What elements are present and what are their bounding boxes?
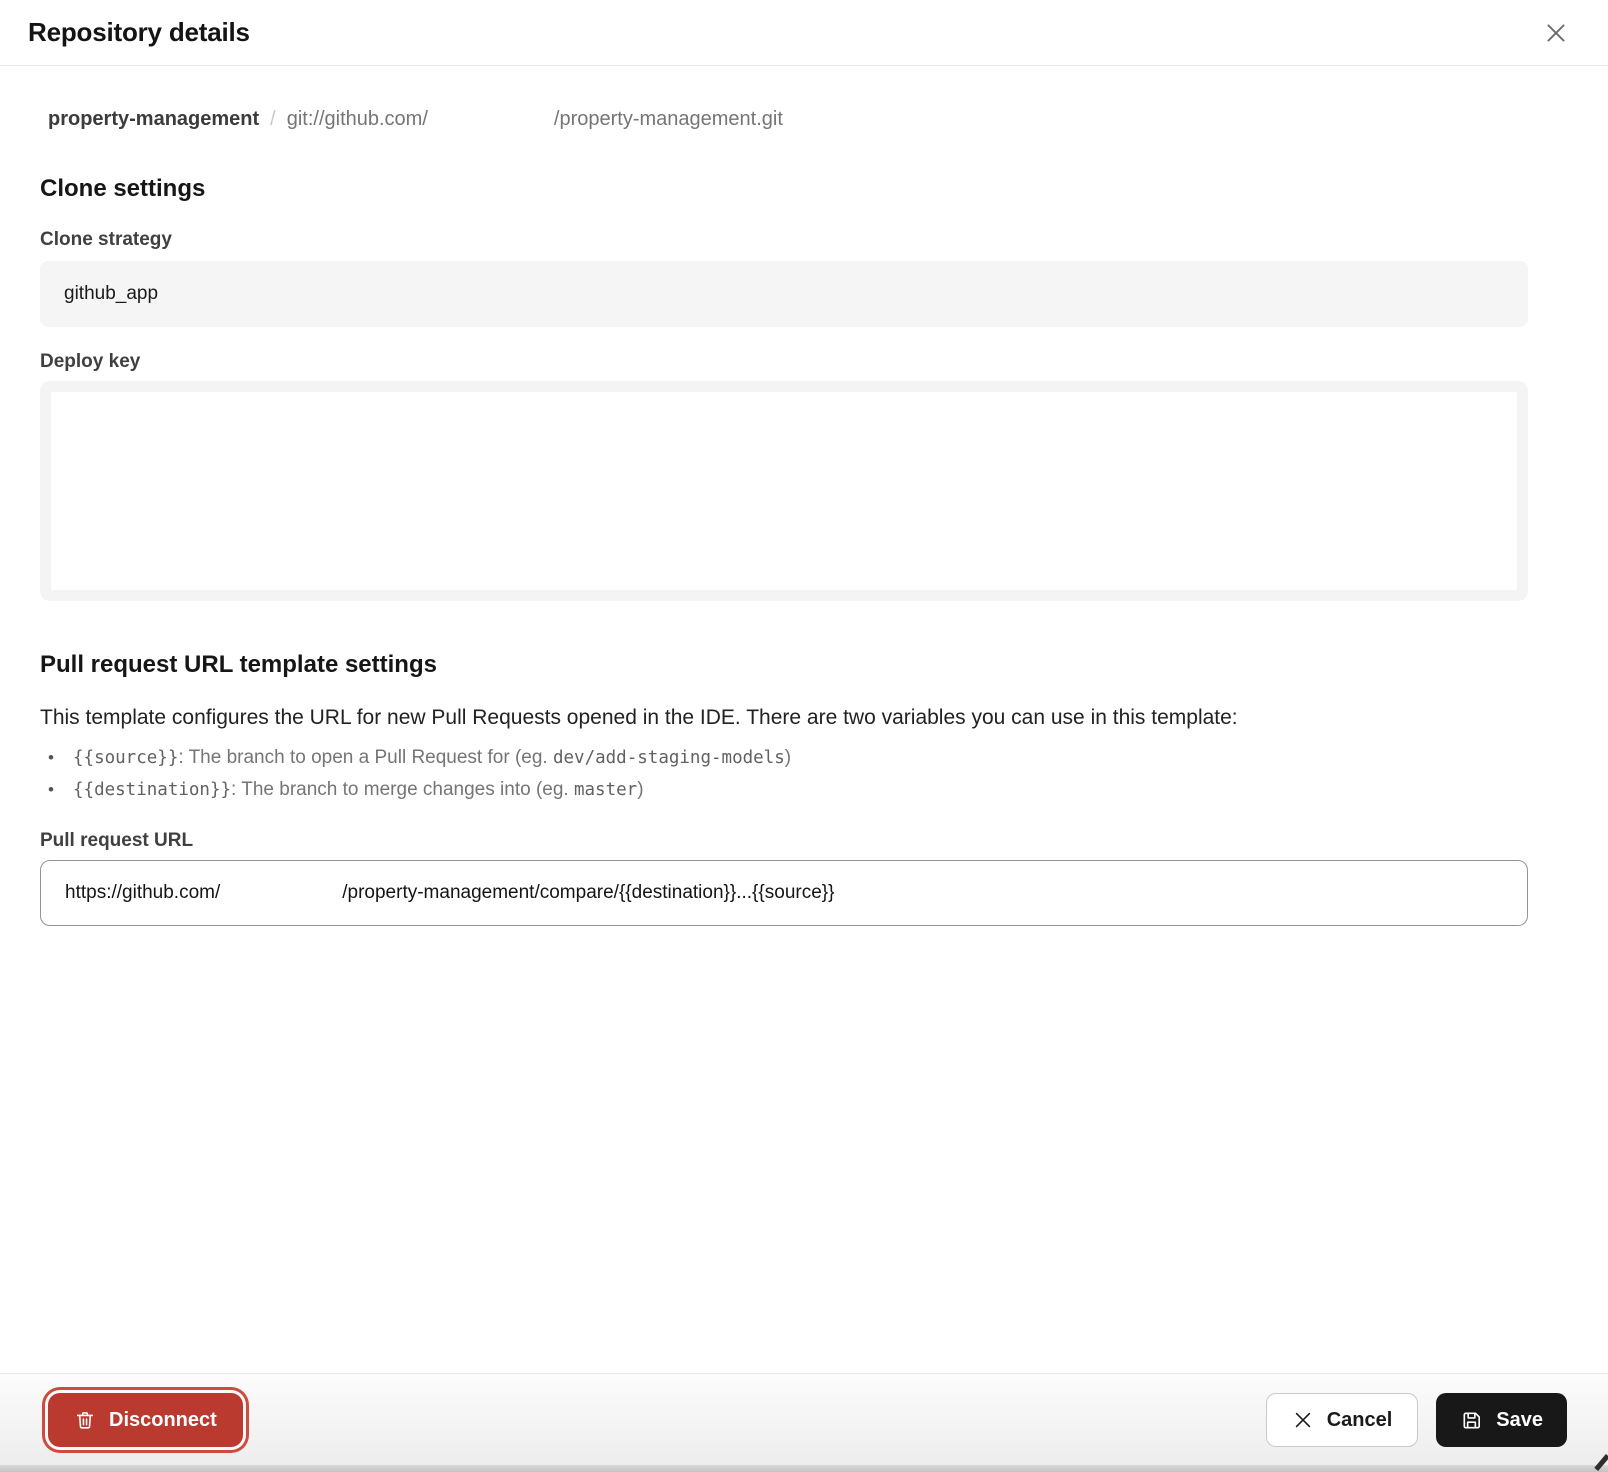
close-icon: [1542, 19, 1570, 47]
modal-body: property-management / git://github.com/ …: [0, 108, 1608, 926]
breadcrumb-url-prefix: git://github.com/: [287, 108, 428, 131]
pull-request-url-label: Pull request URL: [40, 830, 1528, 852]
variable-text-suffix: ): [637, 779, 643, 800]
pr-template-heading: Pull request URL template settings: [40, 651, 1528, 679]
modal-footer: Disconnect Cancel Save: [0, 1373, 1608, 1472]
deploy-key-textarea[interactable]: [40, 381, 1528, 601]
clone-settings-heading: Clone settings: [40, 175, 1528, 203]
variable-code: {{source}}: [73, 748, 178, 768]
pr-template-description: This template configures the URL for new…: [40, 705, 1528, 730]
trash-icon: [74, 1408, 96, 1432]
url-value-prefix: https://github.com/: [65, 882, 220, 904]
page-title: Repository details: [28, 17, 250, 48]
disconnect-button-label: Disconnect: [109, 1409, 217, 1432]
close-button[interactable]: [1538, 15, 1574, 51]
breadcrumb-repo-name: property-management: [48, 108, 259, 131]
breadcrumb-separator: /: [270, 108, 276, 131]
variable-example-code: master: [574, 780, 637, 800]
variable-text-suffix: ): [785, 747, 791, 768]
repository-details-modal: Repository details property-management /…: [0, 0, 1608, 926]
save-button[interactable]: Save: [1436, 1393, 1567, 1447]
close-icon: [1292, 1409, 1314, 1431]
list-item: • {{destination}}: The branch to merge ch…: [40, 774, 1528, 806]
variable-example-code: dev/add-staging-models: [553, 748, 785, 768]
breadcrumb: property-management / git://github.com/ …: [48, 108, 1528, 131]
clone-strategy-label: Clone strategy: [40, 229, 1528, 251]
list-item: • {{source}}: The branch to open a Pull R…: [40, 742, 1528, 774]
bullet-icon: •: [48, 742, 54, 773]
variable-code: {{destination}}: [73, 780, 231, 800]
pr-template-variable-list: • {{source}}: The branch to open a Pull R…: [40, 742, 1528, 806]
cancel-button-label: Cancel: [1327, 1409, 1393, 1432]
variable-text: : The branch to merge changes into (eg.: [231, 779, 574, 800]
modal-header: Repository details: [0, 0, 1608, 66]
bullet-icon: •: [48, 774, 54, 805]
clone-strategy-input[interactable]: [40, 261, 1528, 327]
save-button-label: Save: [1496, 1409, 1543, 1432]
breadcrumb-url-suffix: /property-management.git: [554, 108, 783, 131]
pull-request-url-input[interactable]: https://github.com/ /property-management…: [40, 860, 1528, 926]
variable-text: : The branch to open a Pull Request for …: [178, 747, 553, 768]
save-icon: [1460, 1409, 1483, 1432]
url-value-suffix: /property-management/compare/{{destinati…: [342, 882, 834, 904]
deploy-key-label: Deploy key: [40, 351, 1528, 373]
cancel-button[interactable]: Cancel: [1266, 1393, 1419, 1447]
disconnect-button[interactable]: Disconnect: [48, 1393, 243, 1447]
